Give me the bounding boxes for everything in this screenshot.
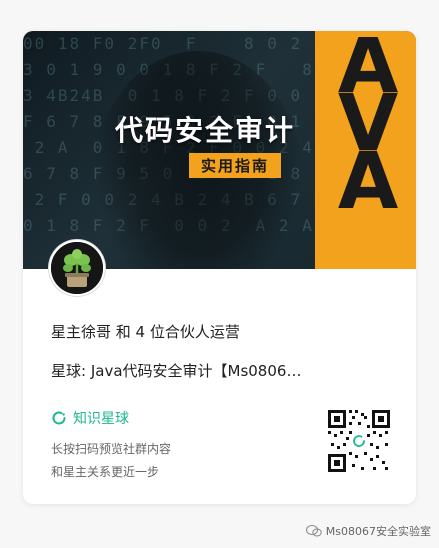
planet-share-card[interactable]: 00 18 F0 2F0 F 8 0 2 1 3 0 1 9 0 0 1 8 F… <box>23 31 416 504</box>
watermark-text: Ms08067安全实验室 <box>325 525 431 538</box>
java-side-text: AVA <box>337 37 399 227</box>
cover-banner: 00 18 F0 2F0 F 8 0 2 1 3 0 1 9 0 0 1 8 F… <box>23 31 416 269</box>
banner-badge: 实用指南 <box>189 153 282 178</box>
wechat-watermark: Ms08067安全实验室 <box>305 523 431 539</box>
banner-title: 代码安全审计 <box>115 114 296 147</box>
qr-code[interactable] <box>326 408 392 474</box>
zsxq-label: 知识星球 <box>73 411 129 427</box>
closer-hint: 和星主关系更近一步 <box>51 465 160 479</box>
owner-avatar <box>49 240 105 296</box>
planet-name: 星球: Java代码安全审计【Ms0806… <box>51 362 302 380</box>
zsxq-logo-icon <box>52 411 66 425</box>
wechat-icon <box>305 525 322 537</box>
zsxq-brand: 知识星球 <box>51 408 129 428</box>
scan-hint: 长按扫码预览社群内容 <box>51 442 172 456</box>
plant-avatar-icon <box>51 242 103 294</box>
owner-info: 星主徐哥 和 4 位合伙人运营 <box>51 323 240 341</box>
